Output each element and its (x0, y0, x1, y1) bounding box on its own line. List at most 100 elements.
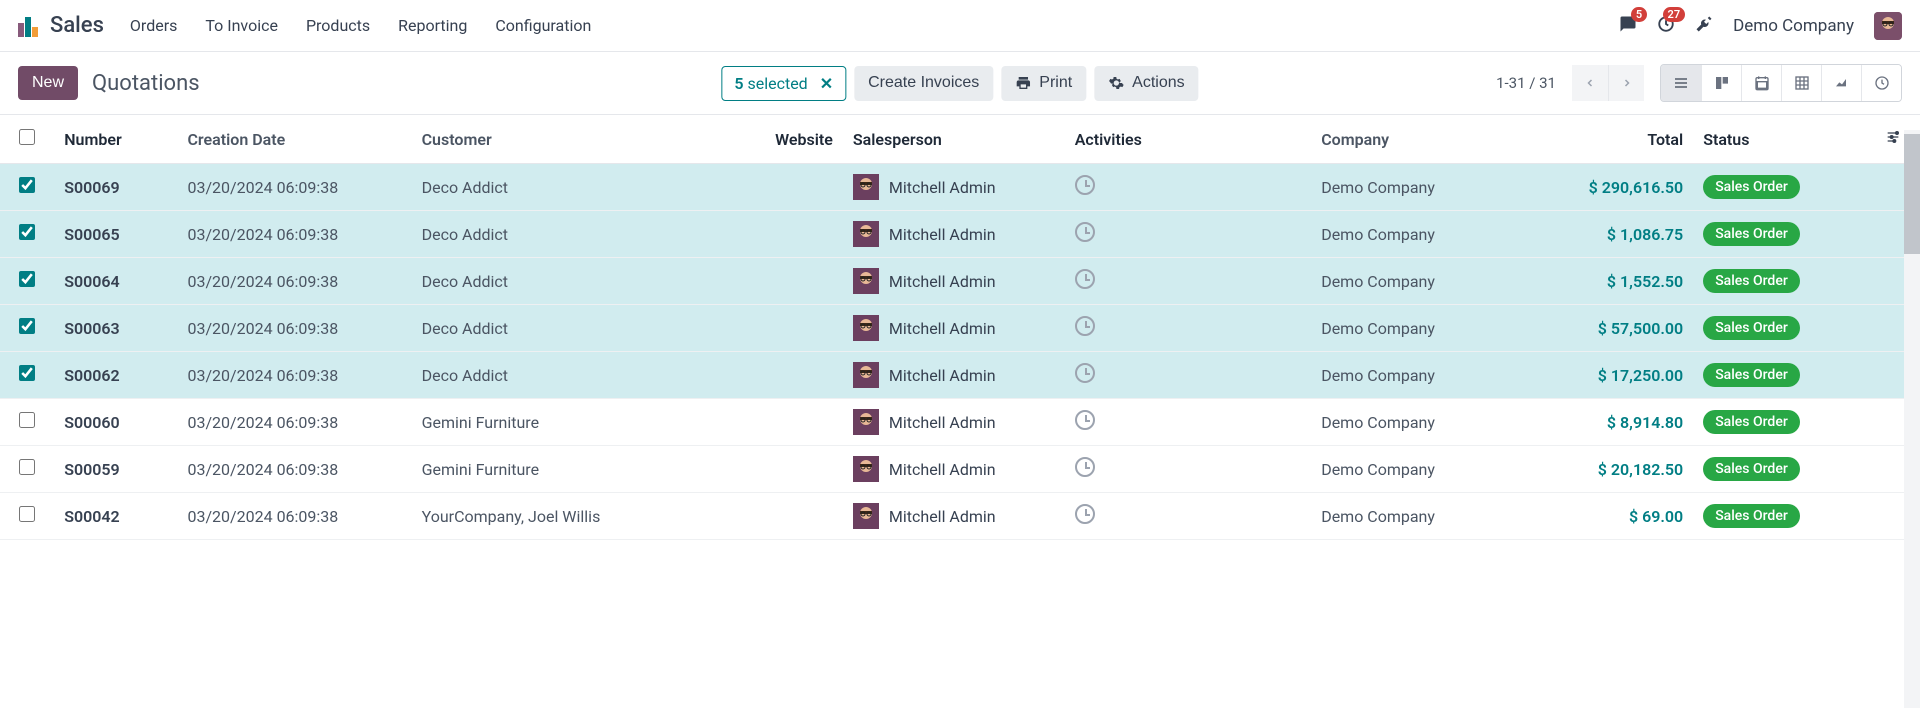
header-salesperson[interactable]: Salesperson (843, 115, 1065, 164)
header-status[interactable]: Status (1693, 115, 1866, 164)
cell-website (732, 211, 843, 258)
table-row[interactable]: S0006503/20/2024 06:09:38Deco AddictMitc… (0, 211, 1920, 258)
status-badge: Sales Order (1703, 504, 1800, 528)
cell-total: $ 17,250.00 (1521, 352, 1694, 399)
cell-number: S00069 (54, 164, 177, 211)
table-row[interactable]: S0006903/20/2024 06:09:38Deco AddictMitc… (0, 164, 1920, 211)
print-icon (1015, 75, 1031, 91)
cell-activities[interactable] (1065, 164, 1311, 211)
view-graph-button[interactable] (1821, 65, 1861, 101)
view-pivot-button[interactable] (1781, 65, 1821, 101)
row-checkbox[interactable] (19, 459, 35, 475)
pivot-icon (1794, 75, 1810, 91)
nav-reporting[interactable]: Reporting (398, 16, 467, 35)
clear-selection-icon[interactable]: ✕ (820, 74, 833, 93)
row-checkbox[interactable] (19, 177, 35, 193)
cell-customer: Deco Addict (412, 305, 732, 352)
pager-text[interactable]: 1-31 / 31 (1496, 74, 1556, 92)
header-activities[interactable]: Activities (1065, 115, 1311, 164)
user-avatar[interactable] (1874, 12, 1902, 40)
row-checkbox[interactable] (19, 224, 35, 240)
activity-clock-icon[interactable] (1075, 269, 1095, 289)
nav-configuration[interactable]: Configuration (495, 16, 591, 35)
row-checkbox[interactable] (19, 365, 35, 381)
cell-activities[interactable] (1065, 399, 1311, 446)
activity-clock-icon[interactable] (1075, 410, 1095, 430)
header-total[interactable]: Total (1521, 115, 1694, 164)
table-row[interactable]: S0006403/20/2024 06:09:38Deco AddictMitc… (0, 258, 1920, 305)
nav-to-invoice[interactable]: To Invoice (205, 16, 278, 35)
table-row[interactable]: S0005903/20/2024 06:09:38Gemini Furnitur… (0, 446, 1920, 493)
salesperson-avatar (853, 456, 879, 482)
table-row[interactable]: S0006003/20/2024 06:09:38Gemini Furnitur… (0, 399, 1920, 446)
activity-clock-icon[interactable] (1075, 222, 1095, 242)
header-company[interactable]: Company (1311, 115, 1520, 164)
cell-date: 03/20/2024 06:09:38 (177, 164, 411, 211)
actions-button[interactable]: Actions (1094, 66, 1198, 101)
cell-activities[interactable] (1065, 258, 1311, 305)
view-calendar-button[interactable] (1741, 65, 1781, 101)
scrollbar[interactable] (1904, 130, 1920, 708)
row-checkbox[interactable] (19, 506, 35, 522)
cell-activities[interactable] (1065, 305, 1311, 352)
nav-orders[interactable]: Orders (130, 16, 177, 35)
row-checkbox[interactable] (19, 318, 35, 334)
header-number[interactable]: Number (54, 115, 177, 164)
cell-activities[interactable] (1065, 352, 1311, 399)
activity-clock-icon[interactable] (1075, 175, 1095, 195)
messages-icon[interactable]: 5 (1619, 15, 1637, 37)
cell-activities[interactable] (1065, 211, 1311, 258)
cell-total: $ 8,914.80 (1521, 399, 1694, 446)
header-creation-date[interactable]: Creation Date (177, 115, 411, 164)
view-switcher (1660, 64, 1902, 102)
activity-clock-icon[interactable] (1075, 504, 1095, 524)
app-title[interactable]: Sales (50, 13, 104, 38)
cell-company: Demo Company (1311, 399, 1520, 446)
cell-activities[interactable] (1065, 493, 1311, 540)
status-badge: Sales Order (1703, 269, 1800, 293)
pager-prev-button[interactable] (1572, 65, 1608, 101)
table-row[interactable]: S0004203/20/2024 06:09:38YourCompany, Jo… (0, 493, 1920, 540)
activities-icon[interactable]: 27 (1657, 15, 1675, 37)
cell-customer: Gemini Furniture (412, 399, 732, 446)
cell-salesperson: Mitchell Admin (853, 503, 1055, 529)
nav-right: 5 27 Demo Company (1619, 12, 1902, 40)
page-title: Quotations (92, 71, 200, 96)
view-activity-button[interactable] (1861, 65, 1901, 101)
control-bar: New Quotations 5 selected ✕ Create Invoi… (0, 52, 1920, 114)
cell-website (732, 352, 843, 399)
company-name[interactable]: Demo Company (1733, 16, 1854, 36)
cell-number: S00063 (54, 305, 177, 352)
actions-label: Actions (1132, 74, 1184, 92)
cell-number: S00064 (54, 258, 177, 305)
nav-products[interactable]: Products (306, 16, 370, 35)
status-badge: Sales Order (1703, 222, 1800, 246)
table-row[interactable]: S0006303/20/2024 06:09:38Deco AddictMitc… (0, 305, 1920, 352)
selected-count: 5 (734, 74, 743, 93)
tools-icon[interactable] (1695, 15, 1713, 37)
print-button[interactable]: Print (1001, 66, 1086, 101)
table-row[interactable]: S0006203/20/2024 06:09:38Deco AddictMitc… (0, 352, 1920, 399)
header-website[interactable]: Website (732, 115, 843, 164)
select-all-checkbox[interactable] (19, 129, 35, 145)
cell-activities[interactable] (1065, 446, 1311, 493)
row-checkbox[interactable] (19, 412, 35, 428)
app-logo[interactable]: Sales (18, 13, 104, 38)
view-list-button[interactable] (1661, 65, 1701, 101)
cell-salesperson: Mitchell Admin (853, 268, 1055, 294)
activity-clock-icon[interactable] (1075, 457, 1095, 477)
cell-total: $ 69.00 (1521, 493, 1694, 540)
cell-status: Sales Order (1693, 399, 1866, 446)
cell-total: $ 20,182.50 (1521, 446, 1694, 493)
header-customer[interactable]: Customer (412, 115, 732, 164)
new-button[interactable]: New (18, 66, 78, 100)
row-checkbox[interactable] (19, 271, 35, 287)
calendar-icon (1754, 75, 1770, 91)
salesperson-avatar (853, 362, 879, 388)
activity-clock-icon[interactable] (1075, 363, 1095, 383)
activity-clock-icon[interactable] (1075, 316, 1095, 336)
pager-next-button[interactable] (1608, 65, 1644, 101)
create-invoices-button[interactable]: Create Invoices (854, 66, 993, 101)
view-kanban-button[interactable] (1701, 65, 1741, 101)
salesperson-avatar (853, 221, 879, 247)
